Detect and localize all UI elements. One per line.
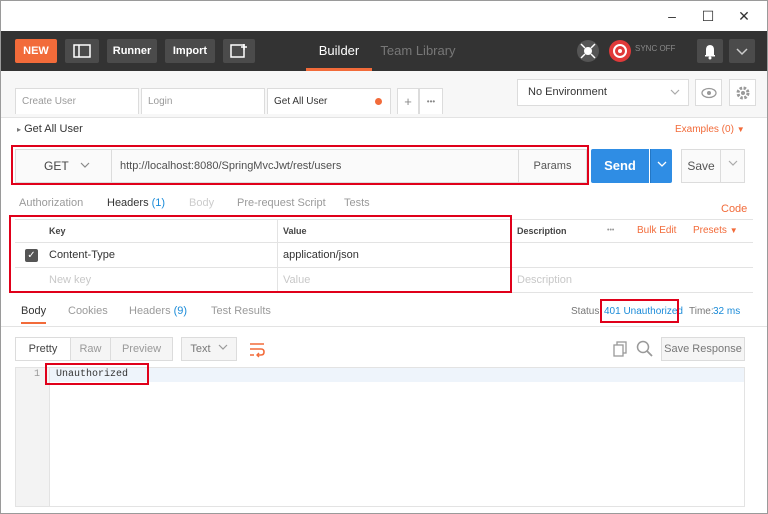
headers-count-badge: (1) xyxy=(151,197,166,209)
status-label: Status: xyxy=(571,306,603,317)
request-name-label: Get All User xyxy=(24,123,83,135)
interceptor-icon[interactable] xyxy=(577,40,599,62)
highlight-box-url xyxy=(11,145,589,185)
copy-response-button[interactable] xyxy=(611,339,631,359)
highlight-box-headers xyxy=(9,215,512,293)
search-response-button[interactable] xyxy=(635,339,655,359)
request-name[interactable]: ▸ Get All User xyxy=(17,123,83,135)
line-number: 1 xyxy=(34,369,41,380)
tab-builder[interactable]: Builder xyxy=(306,31,372,71)
tab-team-library[interactable]: Team Library xyxy=(379,31,457,71)
code-link[interactable]: Code xyxy=(721,197,747,221)
save-response-button[interactable]: Save Response xyxy=(661,337,745,361)
runner-button[interactable]: Runner xyxy=(107,39,157,63)
tab-get-all-user[interactable]: Get All User xyxy=(267,88,391,114)
tab-response-body[interactable]: Body xyxy=(21,305,47,324)
wrap-lines-icon xyxy=(250,343,265,358)
tab-response-cookies[interactable]: Cookies xyxy=(68,305,108,317)
maximize-button[interactable]: ☐ xyxy=(693,5,723,27)
send-options-button[interactable] xyxy=(650,149,672,183)
sync-icon[interactable] xyxy=(609,40,631,62)
format-select[interactable]: Text xyxy=(181,337,237,361)
tab-response-headers-label: Headers xyxy=(129,305,171,317)
format-label: Text xyxy=(190,343,211,355)
copy-icon xyxy=(613,341,627,357)
highlight-box-status xyxy=(600,299,679,323)
view-preview-button[interactable]: Preview xyxy=(111,337,173,361)
time-value: 32 ms xyxy=(713,306,741,317)
tab-response-headers[interactable]: Headers (9) xyxy=(129,305,187,317)
tabs-more-button[interactable]: ••• xyxy=(419,88,443,114)
presets-label: Presets xyxy=(693,225,727,236)
eye-icon xyxy=(700,87,717,99)
tab-pre-request-script[interactable]: Pre-request Script xyxy=(237,191,326,215)
chevron-down-icon xyxy=(218,344,228,350)
tab-headers[interactable]: Headers (1) xyxy=(107,191,165,215)
tab-body[interactable]: Body xyxy=(189,191,214,215)
time-label: Time: xyxy=(689,306,714,317)
add-tab-button[interactable]: + xyxy=(397,88,419,114)
environment-quick-look-button[interactable] xyxy=(695,79,722,106)
tab-tests[interactable]: Tests xyxy=(344,191,370,215)
response-body-editor[interactable]: 1 Unauthorized xyxy=(15,367,745,507)
user-menu-button[interactable] xyxy=(729,39,755,63)
tab-create-user[interactable]: Create User xyxy=(15,88,139,114)
manage-environments-button[interactable] xyxy=(729,79,756,106)
chevron-down-icon xyxy=(670,89,680,95)
tab-label: Get All User xyxy=(274,96,328,107)
unsaved-dot-icon xyxy=(375,98,382,105)
bell-icon xyxy=(705,45,715,60)
examples-label: Examples (0) xyxy=(675,124,734,135)
examples-dropdown[interactable]: Examples (0) ▼ xyxy=(675,124,745,135)
main-toolbar: NEW Runner Import Builder Team Library S… xyxy=(1,31,767,71)
gear-icon xyxy=(736,86,749,100)
environment-select[interactable]: No Environment xyxy=(517,79,689,106)
headers-more-button[interactable]: ••• xyxy=(607,220,614,242)
app-window: – ☐ ✕ NEW Runner Import Builder Team Lib… xyxy=(0,0,768,514)
tab-authorization[interactable]: Authorization xyxy=(19,191,83,215)
send-button[interactable]: Send xyxy=(591,149,649,183)
response-headers-count-badge: (9) xyxy=(173,305,188,317)
close-button[interactable]: ✕ xyxy=(729,5,759,27)
minimize-button[interactable]: – xyxy=(657,5,687,27)
environment-label: No Environment xyxy=(528,86,607,98)
view-raw-button[interactable]: Raw xyxy=(71,337,111,361)
search-icon xyxy=(636,340,653,357)
caret-right-icon: ▸ xyxy=(17,125,22,134)
tab-login[interactable]: Login xyxy=(141,88,265,114)
line-number-gutter xyxy=(16,368,50,506)
notifications-button[interactable] xyxy=(697,39,723,63)
save-button[interactable]: Save xyxy=(681,149,721,183)
chevron-down-icon xyxy=(657,161,666,167)
title-bar: – ☐ ✕ xyxy=(1,1,767,31)
sync-status: SYNC OFF xyxy=(635,44,676,53)
sidebar-icon xyxy=(73,44,91,58)
new-window-icon xyxy=(230,44,247,58)
presets-dropdown[interactable]: Presets ▼ xyxy=(693,220,738,242)
caret-down-icon: ▼ xyxy=(729,226,738,235)
new-description-input[interactable]: Description xyxy=(517,268,572,292)
new-window-button[interactable] xyxy=(223,39,255,63)
import-button[interactable]: Import xyxy=(165,39,215,63)
new-button[interactable]: NEW xyxy=(15,39,57,63)
bulk-edit-link[interactable]: Bulk Edit xyxy=(637,220,676,242)
highlight-box-body xyxy=(45,363,149,385)
sidebar-toggle-button[interactable] xyxy=(65,39,99,63)
wrap-lines-button[interactable] xyxy=(245,337,269,361)
tab-test-results[interactable]: Test Results xyxy=(211,305,271,317)
column-description: Description xyxy=(517,226,567,236)
save-options-button[interactable] xyxy=(721,149,745,183)
tab-headers-label: Headers xyxy=(107,197,149,209)
chevron-down-icon xyxy=(728,160,737,166)
caret-down-icon: ▼ xyxy=(736,125,745,134)
chevron-down-icon xyxy=(736,48,748,56)
view-pretty-button[interactable]: Pretty xyxy=(15,337,71,361)
